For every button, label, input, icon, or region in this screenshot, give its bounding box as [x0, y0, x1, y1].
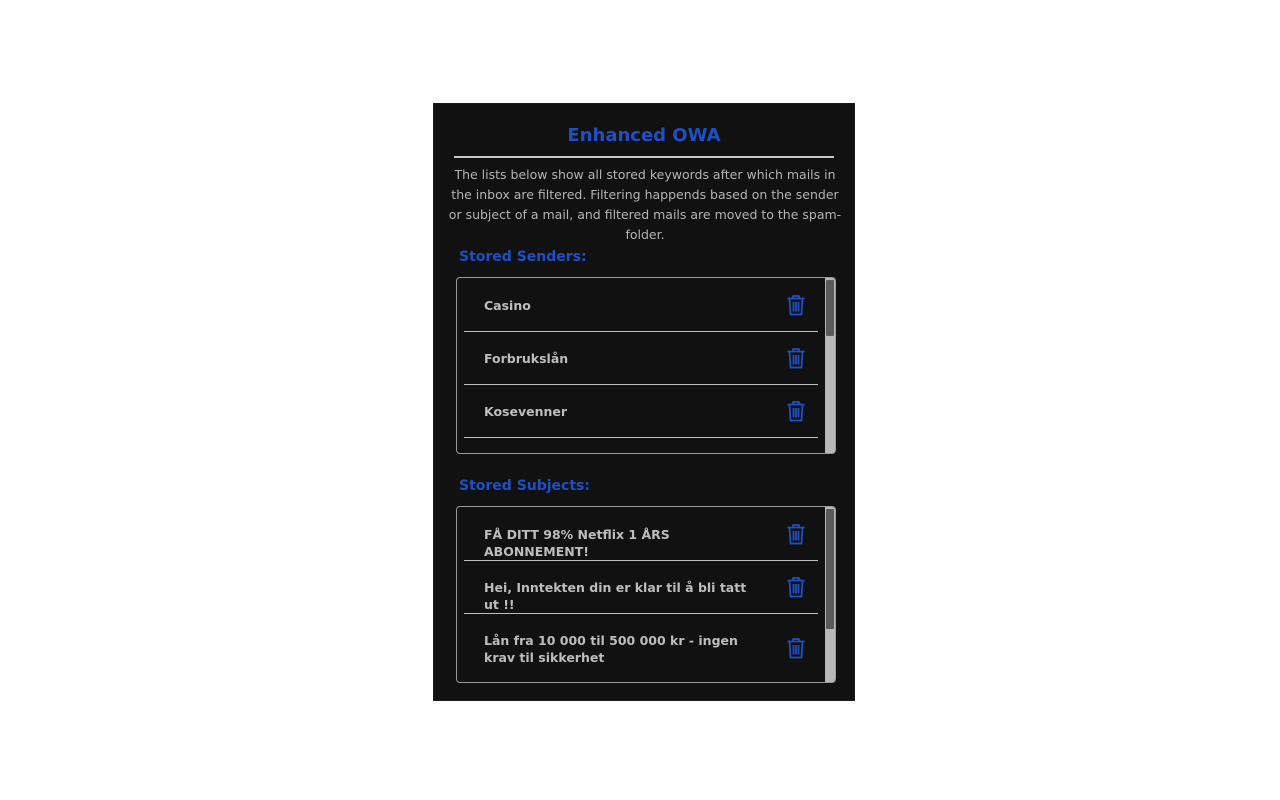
sender-keyword: Casino — [484, 298, 531, 313]
list-item: Hei, Inntekten din er klar til å bli tat… — [464, 561, 818, 614]
extension-popup: Enhanced OWA The lists below show all st… — [433, 103, 855, 701]
senders-heading: Stored Senders: — [459, 249, 587, 265]
list-item: Lån fra 10 000 til 500 000 kr - ingen kr… — [464, 614, 818, 682]
page-title: Enhanced OWA — [567, 125, 721, 146]
subjects-list-content: FÅ DITT 98% Netflix 1 ÅRS ABONNEMENT! He… — [457, 507, 825, 682]
list-item: FÅ DITT 98% Netflix 1 ÅRS ABONNEMENT! — [464, 507, 818, 561]
sender-keyword: Forbrukslån — [484, 351, 569, 366]
subjects-scroll-thumb[interactable] — [826, 509, 834, 629]
description-text: The lists below show all stored keywords… — [448, 167, 842, 242]
subject-keyword: Hei, Inntekten din er klar til å bli tat… — [484, 580, 747, 612]
title-divider — [454, 156, 834, 158]
sender-keyword: Kosevenner — [484, 404, 568, 419]
trash-icon[interactable] — [786, 347, 806, 369]
list-item: Kosevenner — [464, 385, 818, 438]
list-item: Casino — [464, 278, 818, 332]
trash-icon[interactable] — [786, 294, 806, 316]
trash-icon[interactable] — [786, 637, 806, 659]
list-item: Forbrukslån — [464, 332, 818, 385]
subject-keyword: FÅ DITT 98% Netflix 1 ÅRS ABONNEMENT! — [484, 527, 670, 559]
subject-keyword: Lån fra 10 000 til 500 000 kr - ingen kr… — [484, 633, 738, 665]
subjects-heading: Stored Subjects: — [459, 478, 590, 494]
senders-scrollbar[interactable] — [825, 278, 835, 453]
senders-list[interactable]: Casino Forbrukslån Kosevenner — [456, 277, 836, 454]
subjects-list[interactable]: FÅ DITT 98% Netflix 1 ÅRS ABONNEMENT! He… — [456, 506, 836, 683]
trash-icon[interactable] — [786, 400, 806, 422]
trash-icon[interactable] — [786, 523, 806, 545]
trash-icon[interactable] — [786, 576, 806, 598]
senders-scroll-thumb[interactable] — [826, 280, 834, 336]
subjects-scrollbar[interactable] — [825, 507, 835, 682]
senders-list-content: Casino Forbrukslån Kosevenner — [457, 278, 825, 438]
